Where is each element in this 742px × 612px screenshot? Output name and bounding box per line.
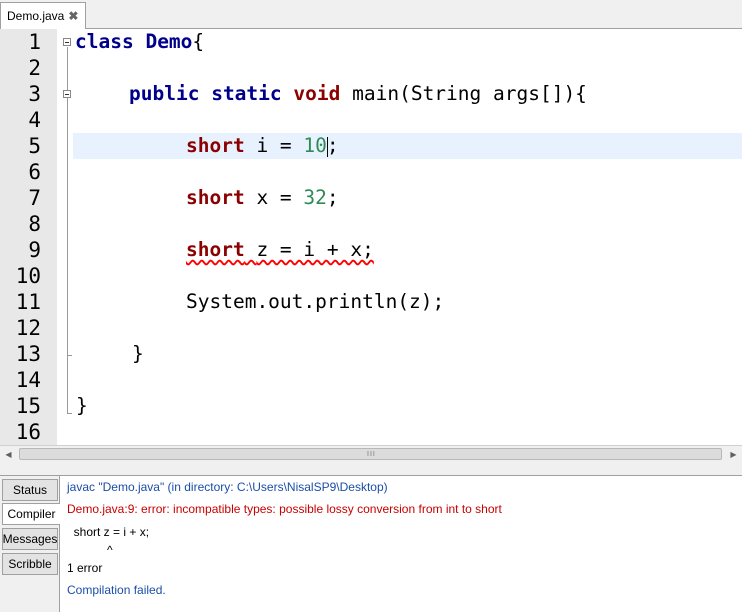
line-number: 12 (15, 316, 41, 340)
code-line-3: public static void main(String args[]){ (129, 81, 587, 107)
output-caret-line: ^ (67, 542, 113, 557)
horizontal-scrollbar[interactable]: ◀ III ▶ (0, 445, 742, 462)
message-window-tabs: Status Compiler Messages Scribble (0, 476, 60, 612)
code-line-1: class Demo{ (75, 29, 204, 55)
keyword: static (211, 82, 282, 105)
output-error-line[interactable]: Demo.java:9: error: incompatible types: … (67, 498, 737, 520)
line-number: 5 (28, 134, 41, 158)
output-command-line: javac "Demo.java" (in directory: C:\User… (67, 480, 388, 494)
primitive-type: short (186, 186, 245, 209)
line-number: 8 (28, 212, 41, 236)
panel-splitter[interactable] (0, 462, 742, 476)
tab-messages[interactable]: Messages (2, 528, 58, 550)
line-number: 1 (28, 30, 41, 54)
code-editor[interactable]: 1 2 3 4 5 6 7 8 9 10 11 12 13 14 15 16 c… (0, 29, 742, 445)
fold-end-marker (67, 413, 72, 414)
code-line-7: short x = 32; (186, 185, 339, 211)
primitive-type: short (186, 238, 245, 261)
code-text: z = i + x; (256, 238, 374, 261)
fold-end-marker (67, 355, 72, 356)
editor-tab-bar: Demo.java ✖ (0, 0, 742, 29)
tab-demo-java[interactable]: Demo.java ✖ (0, 2, 86, 29)
line-number: 10 (15, 264, 41, 288)
tab-title: Demo.java (7, 9, 65, 23)
output-status: Compilation failed. (67, 583, 166, 598)
output-source-line: short z = i + x; (67, 524, 150, 539)
keyword: void (293, 82, 341, 105)
line-number: 14 (15, 368, 41, 392)
keyword: class (75, 30, 134, 53)
current-line-highlight (73, 133, 742, 159)
class-name: Demo (145, 30, 193, 53)
line-number: 6 (28, 160, 41, 184)
code-line-11: System.out.println(z); (186, 290, 445, 313)
line-number: 7 (28, 186, 41, 210)
fold-guide-line (67, 47, 68, 413)
scroll-left-icon[interactable]: ◀ (0, 446, 17, 462)
code-text: i = (256, 134, 304, 157)
code-line-15: } (76, 394, 88, 417)
line-number: 3 (28, 82, 41, 106)
code-text: ; (326, 186, 339, 209)
line-number: 2 (28, 56, 41, 80)
scrollbar-grip: III (367, 451, 376, 458)
code-text: main(String args[]){ (352, 82, 587, 105)
fold-collapse-icon[interactable] (63, 90, 71, 98)
compiler-output: javac "Demo.java" (in directory: C:\User… (67, 476, 737, 601)
line-number: 11 (15, 290, 41, 314)
keyword: public (129, 82, 200, 105)
number-literal: 32 (303, 186, 327, 209)
tab-compiler[interactable]: Compiler (2, 503, 60, 525)
tab-status[interactable]: Status (2, 479, 58, 501)
close-icon[interactable]: ✖ (68, 10, 78, 22)
code-line-13: } (132, 342, 144, 365)
line-number: 16 (15, 420, 41, 444)
line-number: 13 (15, 342, 41, 366)
line-number: 4 (28, 108, 41, 132)
fold-collapse-icon[interactable] (63, 38, 71, 46)
primitive-type: short (186, 134, 245, 157)
code-text: { (192, 30, 205, 53)
line-number: 9 (28, 238, 41, 262)
scrollbar-thumb[interactable]: III (19, 448, 722, 460)
number-literal: 10 (303, 134, 327, 157)
output-error-count: 1 error (67, 560, 103, 575)
message-window: Status Compiler Messages Scribble javac … (0, 476, 742, 612)
code-text: ; (326, 134, 339, 157)
code-line-5: short i = 10; (186, 133, 339, 159)
code-line-9-error: short z = i + x; (186, 237, 374, 263)
line-number: 15 (15, 394, 41, 418)
code-text: x = (256, 186, 304, 209)
tab-scribble[interactable]: Scribble (2, 553, 58, 575)
scroll-right-icon[interactable]: ▶ (725, 446, 742, 462)
